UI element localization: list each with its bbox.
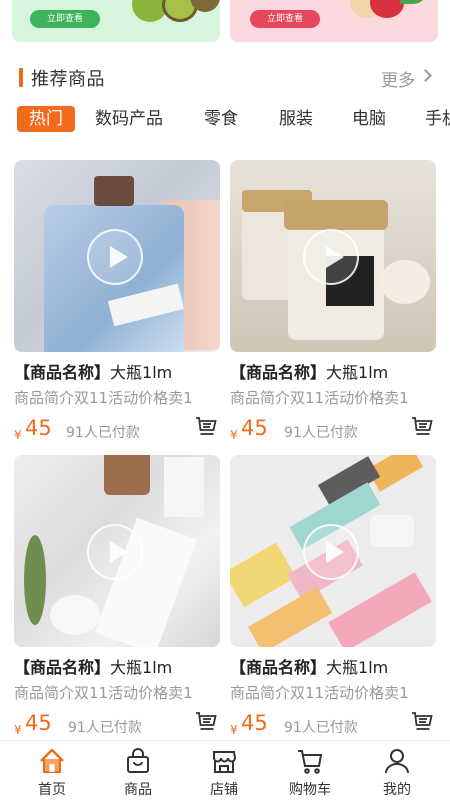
product-price: 45 <box>25 711 52 735</box>
product-title: 【商品名称】大瓶1lm <box>14 658 173 677</box>
add-to-cart-icon[interactable] <box>410 414 434 438</box>
product-description: 商品简介双11活动价格卖1 <box>14 684 193 702</box>
price-currency: ¥ <box>230 723 238 737</box>
nav-label: 店铺 <box>210 782 238 798</box>
banner-view-button[interactable]: 立即查看 <box>250 10 320 28</box>
category-tabs: 热门 数码产品 零食 服装 电脑 手机 <box>0 106 450 136</box>
product-title: 【商品名称】大瓶1lm <box>230 658 389 677</box>
user-icon <box>385 749 409 774</box>
product-description: 商品简介双11活动价格卖1 <box>230 389 409 407</box>
price-currency: ¥ <box>14 723 22 737</box>
product-image[interactable] <box>230 160 436 352</box>
product-price: 45 <box>241 416 268 440</box>
add-to-cart-icon[interactable] <box>194 414 218 438</box>
product-title: 【商品名称】大瓶1lm <box>230 363 389 382</box>
play-video-icon[interactable] <box>303 229 359 285</box>
section-title: 推荐商品 <box>31 69 105 90</box>
add-to-cart-icon[interactable] <box>194 709 218 733</box>
tab-hot[interactable]: 热门 <box>17 106 75 132</box>
banner-view-button[interactable]: 立即查看 <box>30 10 100 28</box>
tab-snacks[interactable]: 零食 <box>204 106 238 132</box>
tab-digital[interactable]: 数码产品 <box>95 106 163 132</box>
sold-count: 91人已付款 <box>284 720 358 736</box>
product-description: 商品简介双11活动价格卖1 <box>230 684 409 702</box>
product-image[interactable] <box>230 455 436 647</box>
recommend-section-header: 推荐商品 更多 <box>0 62 450 92</box>
price-currency: ¥ <box>230 428 238 442</box>
banner-row: 立即查看 立即查看 <box>0 0 450 44</box>
more-link[interactable]: 更多 <box>381 66 415 91</box>
nav-label: 我的 <box>383 782 411 798</box>
nav-label: 购物车 <box>289 782 331 798</box>
product-image[interactable] <box>14 160 220 352</box>
product-price: 45 <box>25 416 52 440</box>
product-title: 【商品名称】大瓶1lm <box>14 363 173 382</box>
sold-count: 91人已付款 <box>66 425 140 441</box>
play-video-icon[interactable] <box>87 524 143 580</box>
banner-card-fruit-pink[interactable]: 立即查看 <box>230 0 438 42</box>
nav-store[interactable]: 店铺 <box>179 741 269 800</box>
play-video-icon[interactable] <box>87 229 143 285</box>
nav-products[interactable]: 商品 <box>93 741 183 800</box>
tab-phone[interactable]: 手机 <box>425 106 450 132</box>
cart-icon <box>298 750 323 774</box>
chevron-right-icon[interactable] <box>419 69 432 82</box>
store-icon <box>213 751 237 773</box>
tab-computer[interactable]: 电脑 <box>352 106 386 132</box>
product-price: 45 <box>241 711 268 735</box>
add-to-cart-icon[interactable] <box>410 709 434 733</box>
nav-profile[interactable]: 我的 <box>352 741 442 800</box>
bottom-nav: 首页 商品 店铺 购物车 我的 <box>0 740 450 800</box>
price-currency: ¥ <box>14 428 22 442</box>
nav-label: 商品 <box>124 782 152 798</box>
nav-cart[interactable]: 购物车 <box>265 741 355 800</box>
nav-label: 首页 <box>38 782 66 798</box>
leaf-image <box>400 0 424 4</box>
sold-count: 91人已付款 <box>68 720 142 736</box>
product-description: 商品简介双11活动价格卖1 <box>14 389 193 407</box>
banner-card-fruit-green[interactable]: 立即查看 <box>12 0 220 42</box>
bag-icon <box>127 748 149 773</box>
tab-clothing[interactable]: 服装 <box>279 106 313 132</box>
section-accent-bar <box>19 68 23 87</box>
play-video-icon[interactable] <box>303 524 359 580</box>
nav-home[interactable]: 首页 <box>7 741 97 800</box>
sold-count: 91人已付款 <box>284 425 358 441</box>
product-image[interactable] <box>14 455 220 647</box>
home-icon <box>40 748 64 773</box>
